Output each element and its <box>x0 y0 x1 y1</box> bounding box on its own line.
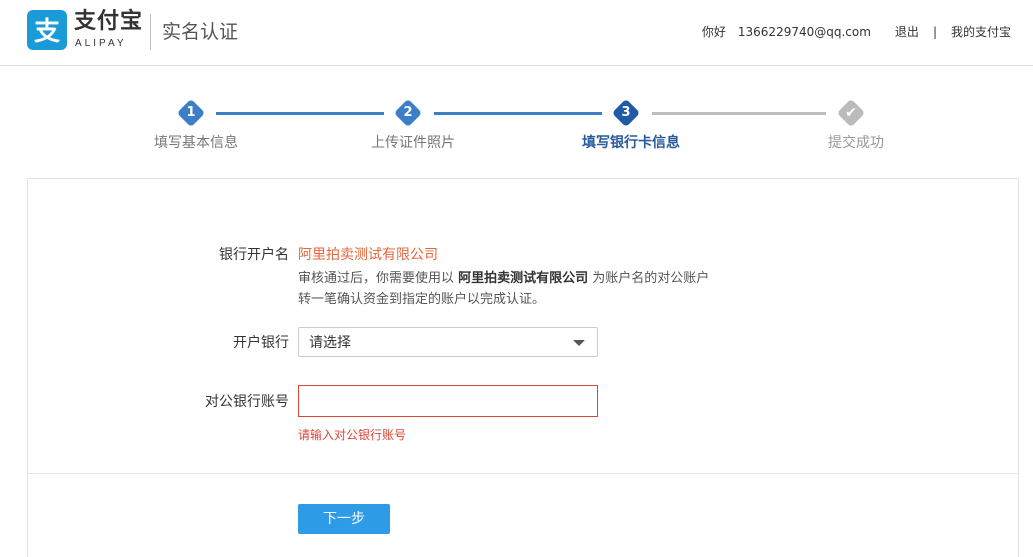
account-number-label: 对公银行账号 <box>205 394 289 410</box>
top-nav: 你好 1366229740@qq.com 退出 | 我的支付宝 <box>702 24 1011 40</box>
account-name-value: 阿里拍卖测试有限公司 <box>298 247 438 263</box>
bank-select[interactable]: 请选择 <box>298 327 598 357</box>
bank-label: 开户银行 <box>233 335 289 351</box>
step-4-label: 提交成功 <box>828 135 884 151</box>
logo-divider <box>150 14 151 50</box>
logo-text-en: ALIPAY <box>75 38 127 49</box>
step-connector-3 <box>652 112 826 115</box>
step-1-label: 填写基本信息 <box>154 135 238 151</box>
page-title: 实名认证 <box>162 21 239 43</box>
greeting-text: 你好 <box>701 25 726 39</box>
step-2-label: 上传证件照片 <box>371 135 455 151</box>
logout-link[interactable]: 退出 <box>895 24 919 40</box>
progress-steps: 1 填写基本信息 2 上传证件照片 3 填写银行卡信息 ✔ 提交成功 <box>0 96 1033 166</box>
dropdown-arrow-icon <box>573 340 585 346</box>
account-number-error: 请输入对公银行账号 <box>298 428 407 442</box>
account-name-label: 银行开户名 <box>219 247 289 263</box>
bank-info-form: 银行开户名 阿里拍卖测试有限公司 审核通过后，你需要使用以 阿里拍卖测试有限公司… <box>27 178 1019 557</box>
step-1-icon: 1 <box>176 98 206 128</box>
logo-text-cn: 支付宝 <box>74 9 144 34</box>
user-email-link[interactable]: 1366229740@qq.com <box>738 24 871 40</box>
page-header: 支 支付宝 ALIPAY 实名认证 你好 1366229740@qq.com 退出 |… <box>0 0 1033 66</box>
step-3-icon: 3 <box>611 98 641 128</box>
my-alipay-link[interactable]: 我的支付宝 <box>951 24 1011 40</box>
nav-separator: | <box>932 25 937 39</box>
step-3-label: 填写银行卡信息 <box>582 135 680 151</box>
account-number-input[interactable] <box>298 385 598 417</box>
step-connector-1 <box>216 112 384 115</box>
step-2-icon: 2 <box>393 98 423 128</box>
step-4-check-icon: ✔ <box>836 98 866 128</box>
alipay-logo-icon[interactable]: 支 <box>27 10 67 50</box>
bank-select-value: 请选择 <box>309 335 351 351</box>
form-divider <box>28 473 1018 474</box>
svg-text:支: 支 <box>34 17 60 47</box>
verification-description: 审核通过后，你需要使用以 阿里拍卖测试有限公司 为账户名的对公账户转一笔确认资金… <box>298 271 710 307</box>
step-connector-2 <box>434 112 602 115</box>
next-step-button[interactable]: 下一步 <box>298 504 390 534</box>
desc-company-name: 阿里拍卖测试有限公司 <box>458 271 589 286</box>
